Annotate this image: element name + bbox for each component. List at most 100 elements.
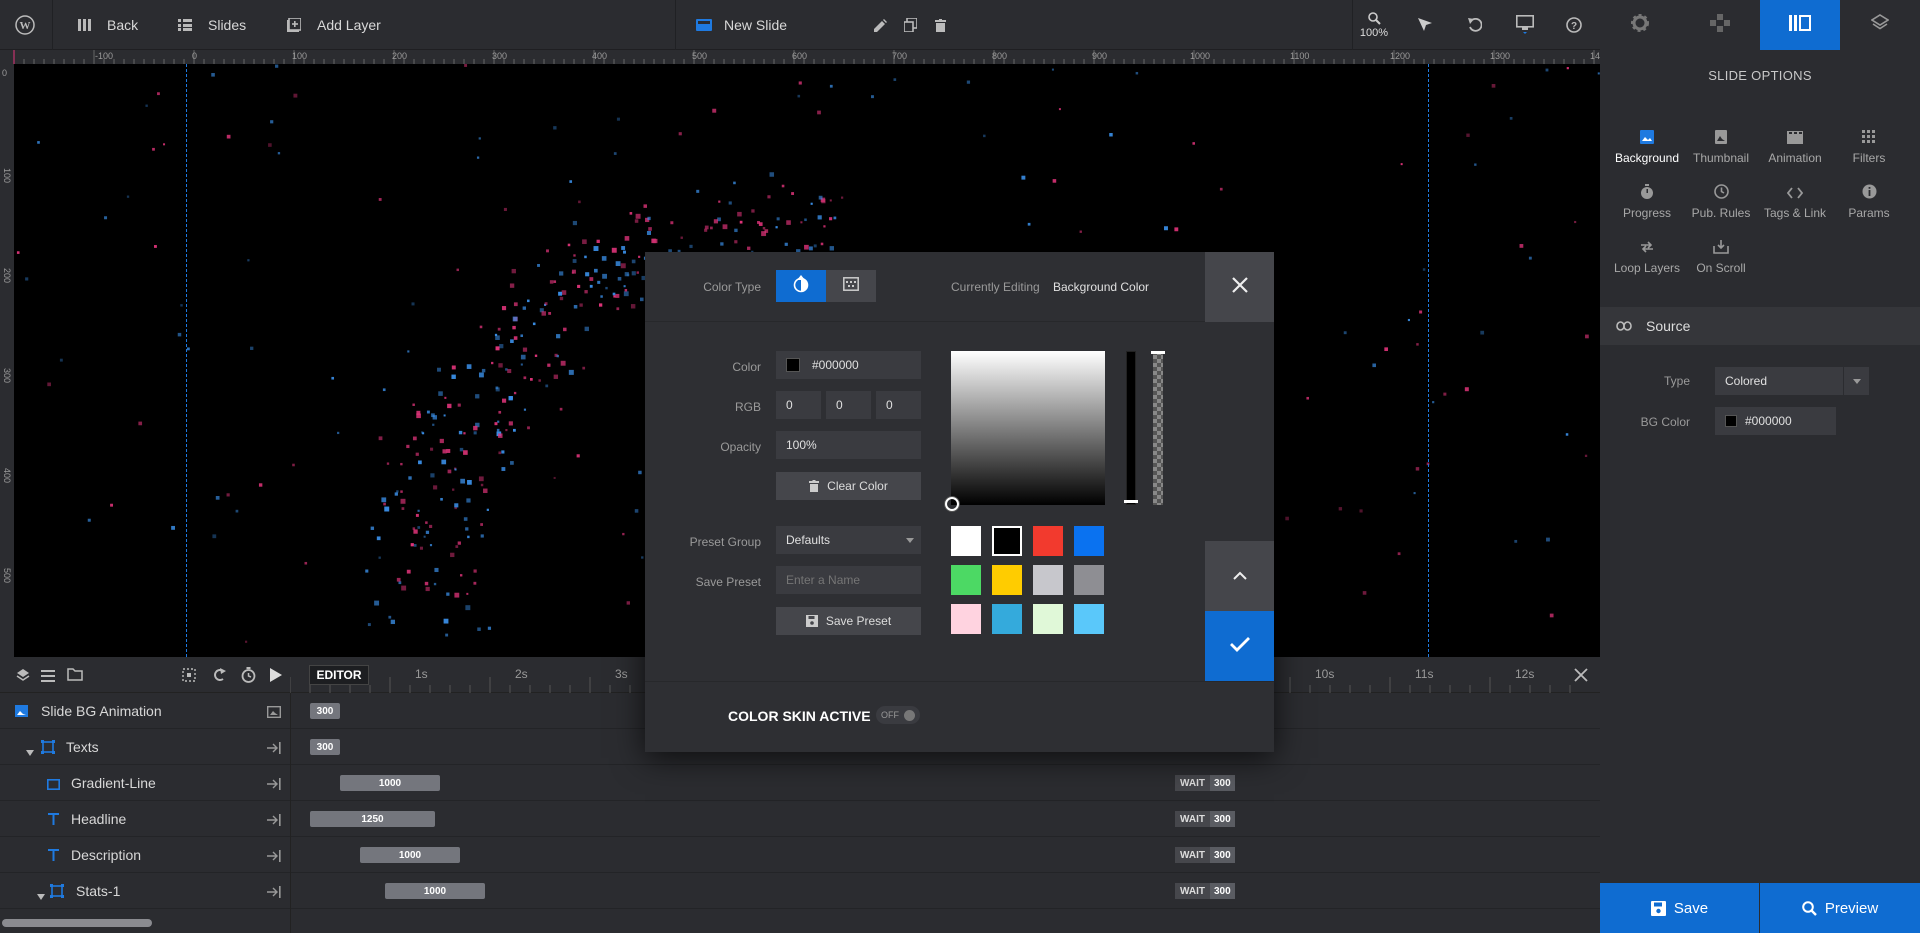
list-icon[interactable]	[41, 669, 55, 687]
rewind-icon[interactable]	[212, 668, 226, 687]
tab-navigation[interactable]	[1680, 0, 1760, 50]
stopwatch-icon[interactable]	[241, 667, 256, 688]
save-preset-label: Save Preset	[695, 575, 761, 589]
preset-swatch-selected[interactable]	[992, 526, 1022, 556]
ruler-label: 500	[692, 51, 708, 61]
preview-button[interactable]: Preview	[1760, 883, 1920, 933]
arrow-to-end-icon[interactable]	[267, 849, 281, 867]
red-input[interactable]: 0	[776, 391, 821, 419]
timeline-row[interactable]: Description 1000 WAIT 300	[0, 837, 1600, 873]
caret-down-icon[interactable]	[37, 887, 45, 905]
slides-button[interactable]: Slides	[178, 0, 246, 50]
preset-name-input[interactable]	[776, 566, 921, 594]
solid-color-button[interactable]	[776, 270, 826, 302]
tab-settings[interactable]	[1600, 0, 1680, 50]
option-loop-layers[interactable]: Loop Layers	[1610, 235, 1684, 275]
preset-swatch[interactable]	[1074, 565, 1104, 595]
option-thumbnail[interactable]: Thumbnail	[1684, 125, 1758, 165]
tab-slide-options[interactable]	[1760, 0, 1840, 50]
layers-icon[interactable]	[16, 668, 30, 687]
save-button[interactable]: Save	[1600, 883, 1759, 933]
play-icon[interactable]	[270, 668, 282, 687]
blue-input[interactable]: 0	[876, 391, 921, 419]
saturation-brightness-area[interactable]	[951, 351, 1105, 505]
option-pub-rules[interactable]: Pub. Rules	[1684, 180, 1758, 220]
zoom-control[interactable]: 100%	[1359, 0, 1389, 50]
desktop-view-icon[interactable]	[1508, 0, 1542, 50]
hue-slider-handle[interactable]	[1124, 500, 1138, 503]
timeline-bar[interactable]: 1000	[360, 847, 460, 863]
wait-value[interactable]: 300	[1210, 883, 1235, 899]
timeline-row[interactable]: Headline 1250 WAIT 300	[0, 801, 1600, 837]
tab-layers[interactable]	[1840, 0, 1920, 50]
type-select[interactable]: Colored	[1715, 367, 1869, 395]
wait-value[interactable]: 300	[1210, 847, 1235, 863]
preset-swatch[interactable]	[1074, 526, 1104, 556]
wait-value[interactable]: 300	[1210, 775, 1235, 791]
apply-button[interactable]	[1205, 611, 1274, 681]
color-skin-toggle[interactable]: OFF	[876, 706, 920, 724]
opacity-slider-handle[interactable]	[1151, 351, 1165, 354]
opacity-input[interactable]: 100%	[776, 431, 921, 459]
preset-group-label: Preset Group	[689, 535, 761, 549]
arrow-to-end-icon[interactable]	[267, 813, 281, 831]
select-cursor-icon[interactable]	[1408, 0, 1442, 50]
clear-color-button[interactable]: Clear Color	[776, 472, 921, 500]
option-on-scroll[interactable]: On Scroll	[1684, 235, 1758, 275]
preset-swatch[interactable]	[1033, 604, 1063, 634]
arrow-to-end-icon[interactable]	[267, 741, 281, 759]
source-section-header[interactable]: Source	[1600, 307, 1920, 345]
edit-icon[interactable]	[863, 0, 897, 50]
save-preset-button[interactable]: Save Preset	[776, 607, 921, 635]
close-icon[interactable]	[1574, 668, 1588, 687]
hue-slider[interactable]	[1126, 351, 1136, 505]
timeline-bar[interactable]: 1000	[385, 883, 485, 899]
hex-color-input[interactable]: #000000	[776, 351, 921, 379]
option-tags-link[interactable]: Tags & Link	[1758, 180, 1832, 220]
preset-swatch[interactable]	[951, 604, 981, 634]
option-params[interactable]: Params	[1832, 180, 1906, 220]
trash-icon[interactable]	[923, 0, 957, 50]
timeline-bar[interactable]: 300	[310, 703, 340, 719]
undo-icon[interactable]	[1458, 0, 1492, 50]
timeline-row[interactable]: Stats-1 1000 WAIT 300	[0, 873, 1600, 909]
timeline-bar[interactable]: 300	[310, 739, 340, 755]
option-background[interactable]: Background	[1610, 125, 1684, 165]
option-filters[interactable]: Filters	[1832, 125, 1906, 165]
preset-swatch[interactable]	[951, 565, 981, 595]
back-button[interactable]: Back	[78, 0, 138, 50]
wordpress-logo-icon[interactable]: W	[10, 0, 40, 50]
image-settings-icon[interactable]	[266, 705, 282, 723]
wait-value[interactable]: 300	[1210, 811, 1235, 827]
arrow-to-end-icon[interactable]	[267, 777, 281, 795]
list-icon	[178, 19, 192, 31]
gradient-button[interactable]	[826, 270, 876, 302]
arrow-to-end-icon[interactable]	[267, 885, 281, 903]
option-progress[interactable]: Progress	[1610, 180, 1684, 220]
duplicate-icon[interactable]	[893, 0, 927, 50]
slide-title[interactable]: New Slide	[696, 0, 787, 50]
horizontal-scrollbar[interactable]	[2, 919, 152, 927]
help-icon[interactable]: ?	[1557, 0, 1591, 50]
add-layer-button[interactable]: Add Layer	[287, 0, 381, 50]
folder-icon[interactable]	[67, 668, 83, 686]
preset-swatch[interactable]	[992, 604, 1022, 634]
preset-swatch[interactable]	[1074, 604, 1104, 634]
green-input[interactable]: 0	[826, 391, 871, 419]
close-button[interactable]	[1205, 252, 1274, 322]
opacity-slider[interactable]	[1153, 351, 1163, 505]
preset-group-select[interactable]: Defaults	[776, 526, 921, 554]
collapse-button[interactable]	[1205, 541, 1274, 611]
timeline-bar[interactable]: 1000	[340, 775, 440, 791]
preset-swatch[interactable]	[951, 526, 981, 556]
timeline-row[interactable]: Gradient-Line 1000 WAIT 300	[0, 765, 1600, 801]
preset-swatch[interactable]	[1033, 565, 1063, 595]
timeline-bar[interactable]: 1250	[310, 811, 435, 827]
caret-down-icon[interactable]	[26, 743, 34, 761]
preset-swatch[interactable]	[992, 565, 1022, 595]
bgcolor-field[interactable]: #000000	[1715, 407, 1836, 435]
preset-swatch[interactable]	[1033, 526, 1063, 556]
option-animation[interactable]: Animation	[1758, 125, 1832, 165]
color-picker-handle[interactable]	[945, 497, 959, 511]
select-all-icon[interactable]	[182, 668, 196, 687]
